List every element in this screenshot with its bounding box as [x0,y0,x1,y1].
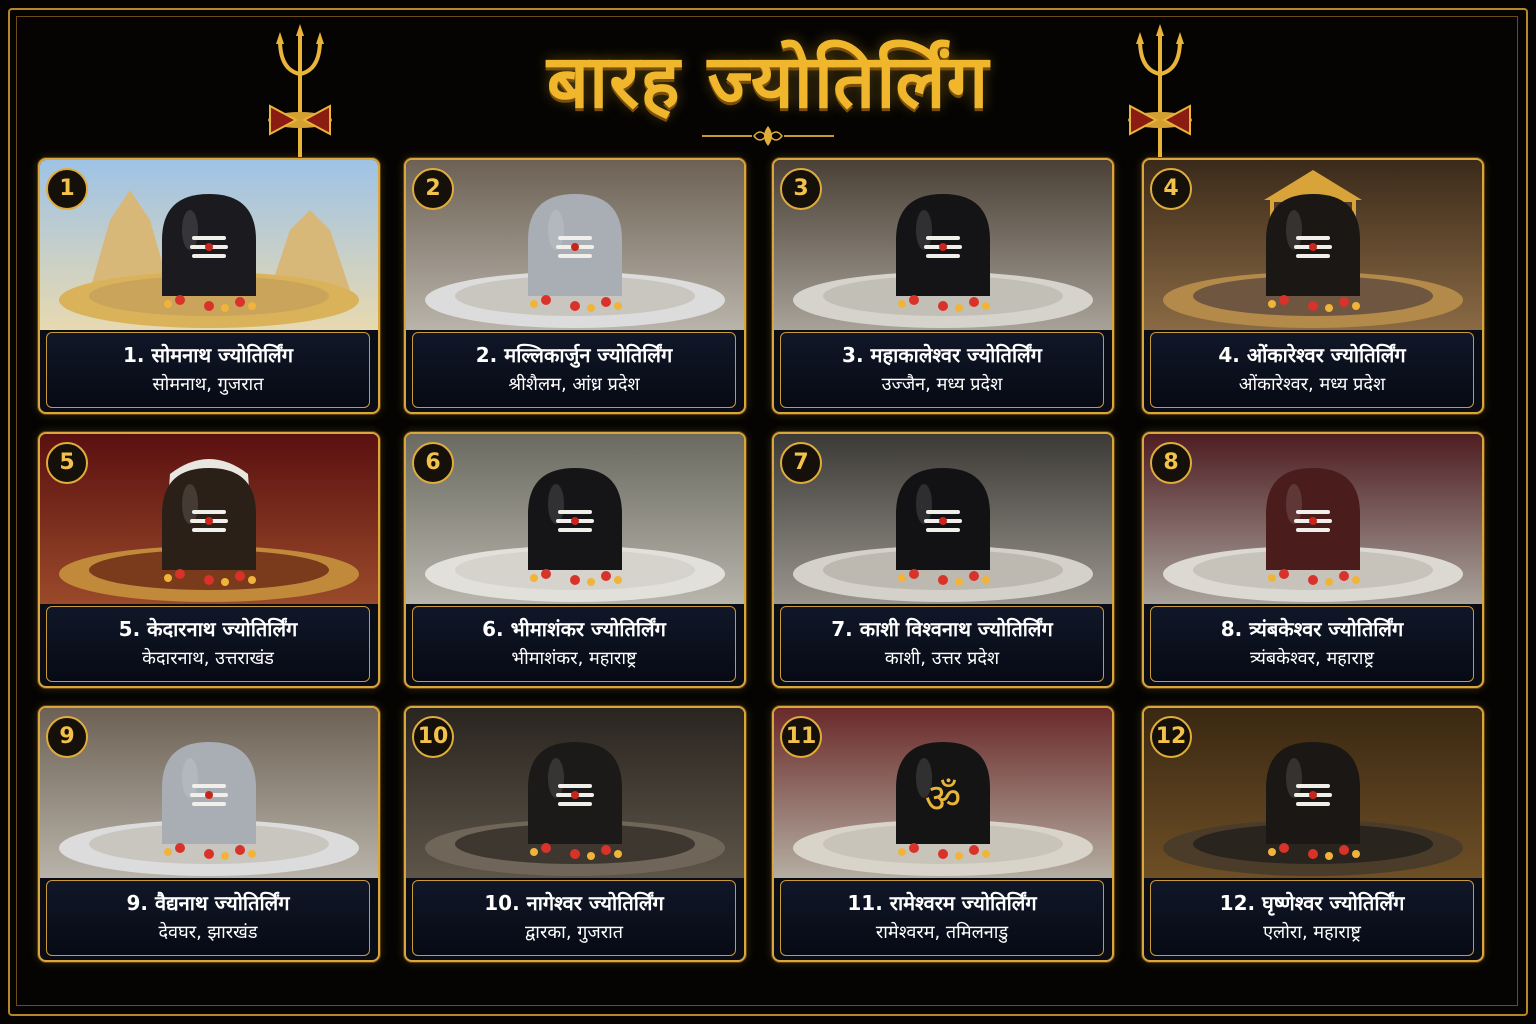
jyotirlinga-name: 12. घृष्णेश्वर ज्योतिर्लिंग [1219,891,1405,915]
jyotirlinga-card: 4 4. ओंकारेश्वर ज्योतिर्लिंग ओंकारेश्वर,… [1142,158,1484,414]
jyotirlinga-name: 5. केदारनाथ ज्योतिर्लिंग [118,617,298,641]
card-number-badge: 5 [46,442,88,484]
jyotirlinga-location: भीमाशंकर, महाराष्ट्र [511,648,637,669]
jyotirlinga-card: 7 7. काशी विश्वनाथ ज्योतिर्लिंग काशी, उत… [772,432,1114,688]
jyotirlinga-card: 6 6. भीमाशंकर ज्योतिर्लिंग भीमाशंकर, महा… [404,432,746,688]
jyotirlinga-location: रामेश्वरम, तमिलनाडु [875,922,1009,943]
jyotirlinga-card: 10 10. नागेश्वर ज्योतिर्लिंग द्वारका, गु… [404,706,746,962]
card-caption: 8. त्र्यंबकेश्वर ज्योतिर्लिंग त्र्यंबकेश… [1150,606,1474,682]
card-number-badge: 10 [412,716,454,758]
card-caption: 2. मल्लिकार्जुन ज्योतिर्लिंग श्रीशैलम, आ… [412,332,736,408]
card-number-badge: 7 [780,442,822,484]
card-caption: 6. भीमाशंकर ज्योतिर्लिंग भीमाशंकर, महारा… [412,606,736,682]
card-caption: 10. नागेश्वर ज्योतिर्लिंग द्वारका, गुजरा… [412,880,736,956]
jyotirlinga-name: 11. रामेश्वरम ज्योतिर्लिंग [847,891,1037,915]
title-flourish-icon [702,126,834,146]
jyotirlinga-location: काशी, उत्तर प्रदेश [884,648,1000,669]
jyotirlinga-card: 12 12. घृष्णेश्वर ज्योतिर्लिंग एलोरा, मह… [1142,706,1484,962]
jyotirlinga-location: एलोरा, महाराष्ट्र [1263,922,1361,943]
card-caption: 3. महाकालेश्वर ज्योतिर्लिंग उज्जैन, मध्य… [780,332,1104,408]
jyotirlinga-card: 8 8. त्र्यंबकेश्वर ज्योतिर्लिंग त्र्यंबक… [1142,432,1484,688]
jyotirlinga-location: द्वारका, गुजरात [524,922,624,943]
card-caption: 11. रामेश्वरम ज्योतिर्लिंग रामेश्वरम, तम… [780,880,1104,956]
shivalinga-image [406,160,744,330]
jyotirlinga-location: केदारनाथ, उत्तराखंड [142,648,274,669]
jyotirlinga-location: त्र्यंबकेश्वर, महाराष्ट्र [1250,648,1374,669]
shivalinga-image [1144,708,1482,878]
card-number-badge: 8 [1150,442,1192,484]
shivalinga-image [774,434,1112,604]
svg-text:ॐ: ॐ [925,776,961,822]
jyotirlinga-name: 9. वैद्यनाथ ज्योतिर्लिंग [126,891,290,915]
shivalinga-image: ॐ [774,708,1112,878]
jyotirlinga-card: 3 3. महाकालेश्वर ज्योतिर्लिंग उज्जैन, मध… [772,158,1114,414]
jyotirlinga-location: श्रीशैलम, आंध्र प्रदेश [508,374,640,395]
jyotirlinga-name: 3. महाकालेश्वर ज्योतिर्लिंग [842,343,1042,367]
card-number-badge: 4 [1150,168,1192,210]
card-caption: 9. वैद्यनाथ ज्योतिर्लिंग देवघर, झारखंड [46,880,370,956]
card-number-badge: 1 [46,168,88,210]
jyotirlinga-card: 9 9. वैद्यनाथ ज्योतिर्लिंग देवघर, झारखंड [38,706,380,962]
shivalinga-image [406,434,744,604]
page-title: बारह ज्योतिर्लिंग [546,39,990,125]
jyotirlinga-card: 5 5. केदारनाथ ज्योतिर्लिंग केदारनाथ, उत्… [38,432,380,688]
jyotirlinga-card: 2 2. मल्लिकार्जुन ज्योतिर्लिंग श्रीशैलम,… [404,158,746,414]
shivalinga-image [774,160,1112,330]
jyotirlinga-name: 4. ओंकारेश्वर ज्योतिर्लिंग [1218,343,1406,367]
jyotirlinga-name: 7. काशी विश्वनाथ ज्योतिर्लिंग [831,617,1053,641]
jyotirlinga-location: उज्जैन, मध्य प्रदेश [881,374,1003,395]
shivalinga-image [40,434,378,604]
shivalinga-image [406,708,744,878]
card-caption: 5. केदारनाथ ज्योतिर्लिंग केदारनाथ, उत्तर… [46,606,370,682]
card-caption: 1. सोमनाथ ज्योतिर्लिंग सोमनाथ, गुजरात [46,332,370,408]
jyotirlinga-name: 1. सोमनाथ ज्योतिर्लिंग [123,343,293,367]
shivalinga-image [1144,434,1482,604]
card-number-badge: 12 [1150,716,1192,758]
card-number-badge: 9 [46,716,88,758]
shivalinga-image [40,160,378,330]
card-caption: 7. काशी विश्वनाथ ज्योतिर्लिंग काशी, उत्त… [780,606,1104,682]
jyotirlinga-name: 8. त्र्यंबकेश्वर ज्योतिर्लिंग [1220,617,1404,641]
shivalinga-image [40,708,378,878]
card-number-badge: 2 [412,168,454,210]
card-number-badge: 3 [780,168,822,210]
jyotirlinga-name: 2. मल्लिकार्जुन ज्योतिर्लिंग [475,343,673,367]
jyotirlinga-card: 1 1. सोमनाथ ज्योतिर्लिंग सोमनाथ, गुजरात [38,158,380,414]
jyotirlinga-location: सोमनाथ, गुजरात [152,374,264,395]
jyotirlinga-card: ॐ 11 11. रामेश्वरम ज्योतिर्लिंग रामेश्वर… [772,706,1114,962]
card-number-badge: 11 [780,716,822,758]
jyotirlinga-name: 10. नागेश्वर ज्योतिर्लिंग [484,891,664,915]
jyotirlinga-name: 6. भीमाशंकर ज्योतिर्लिंग [482,617,666,641]
jyotirlinga-location: ओंकारेश्वर, मध्य प्रदेश [1238,374,1386,395]
shivalinga-image [1144,160,1482,330]
jyotirlinga-location: देवघर, झारखंड [158,922,258,943]
card-caption: 12. घृष्णेश्वर ज्योतिर्लिंग एलोरा, महारा… [1150,880,1474,956]
card-number-badge: 6 [412,442,454,484]
card-caption: 4. ओंकारेश्वर ज्योतिर्लिंग ओंकारेश्वर, म… [1150,332,1474,408]
